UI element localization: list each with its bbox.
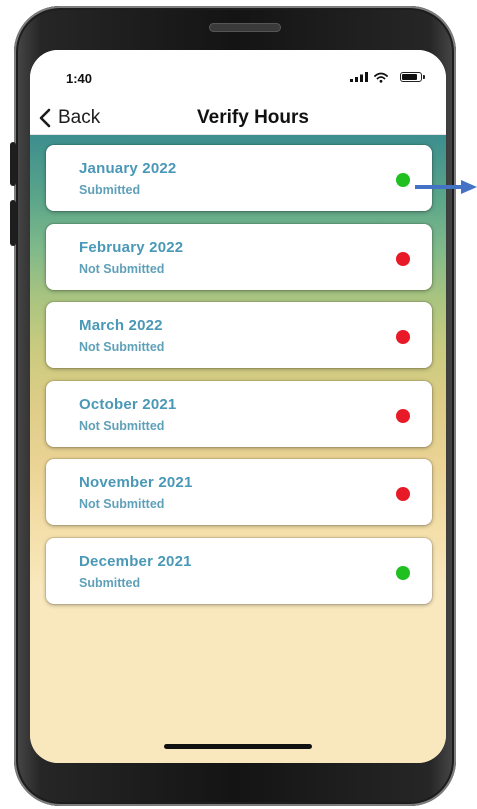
month-card-october-2021[interactable]: October 2021 Not Submitted [46,380,432,447]
status-dot-icon [396,487,410,501]
month-card-january-2022[interactable]: January 2022 Submitted [46,145,432,211]
month-label: February 2022 [79,238,184,256]
status-icons [342,72,425,84]
submission-status-label: Not Submitted [79,261,165,276]
status-dot-icon [396,330,410,344]
month-card-march-2022[interactable]: March 2022 Not Submitted [46,302,432,368]
month-label: March 2022 [79,317,163,334]
status-dot-icon [396,408,410,423]
arrow-right-icon [415,180,477,194]
month-card-february-2022[interactable]: February 2022 Not Submitted [46,223,432,290]
month-card-december-2021[interactable]: December 2021 Submitted [46,537,432,604]
month-label: November 2021 [79,474,193,491]
phone-speaker [209,23,281,32]
month-list-container: January 2022 Submitted February 2022 Not… [30,135,446,763]
status-dot-icon [396,251,410,266]
cellular-signal-icon [350,72,368,82]
submission-status-label: Submitted [79,183,141,197]
submission-status-label: Not Submitted [79,340,165,354]
month-list: January 2022 Submitted February 2022 Not… [46,145,432,616]
status-bar: 1:40 [30,50,446,102]
submission-status-label: Not Submitted [79,497,165,511]
submission-status-label: Not Submitted [79,418,165,433]
page-title: Verify Hours [197,107,309,128]
month-label: December 2021 [79,552,192,570]
month-label: October 2021 [79,395,177,413]
home-indicator[interactable] [164,744,312,749]
battery-icon [400,72,425,82]
navigation-bar: Back Verify Hours [30,102,446,135]
wifi-icon [374,72,388,83]
phone-side-button [10,200,16,246]
month-card-november-2021[interactable]: November 2021 Not Submitted [46,459,432,525]
status-dot-icon [396,173,410,187]
phone-side-button [10,142,16,186]
month-label: January 2022 [79,160,177,177]
status-time: 1:40 [66,71,93,86]
app-screen: 1:40 Back Verify Hours January 2022 Subm… [30,50,446,763]
submission-status-label: Submitted [79,575,141,590]
status-dot-icon [396,565,410,580]
